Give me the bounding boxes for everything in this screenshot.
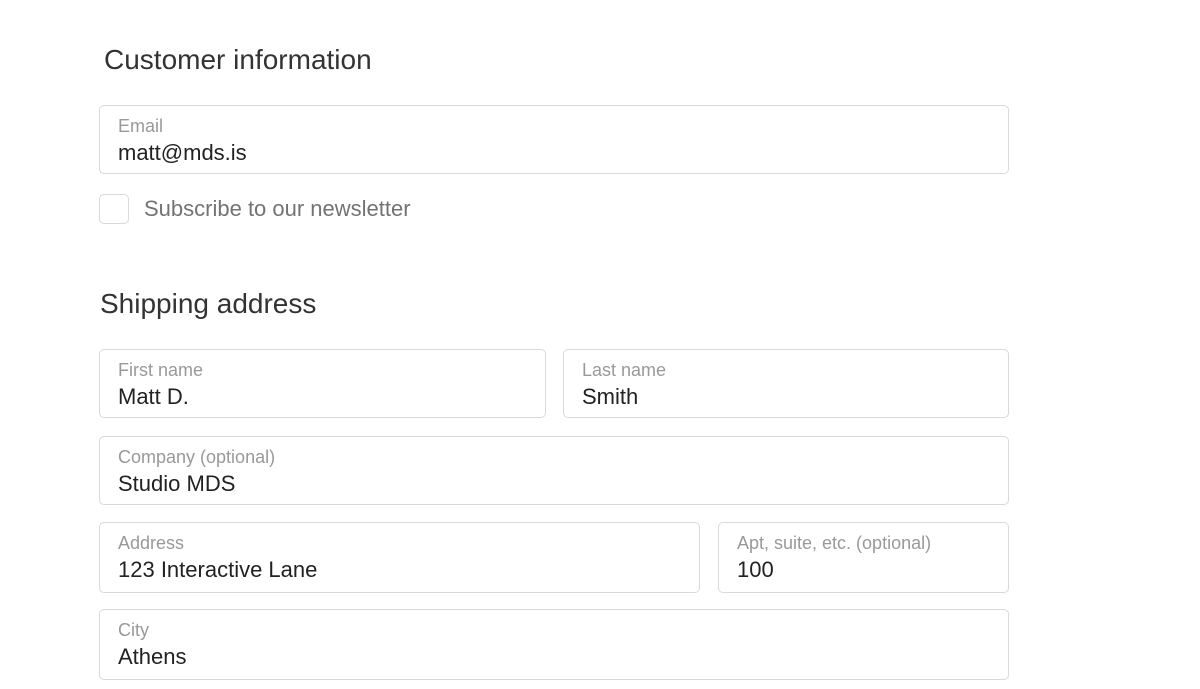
company-field[interactable]: Company (optional) xyxy=(99,436,1009,505)
address-label: Address xyxy=(118,533,185,553)
newsletter-option[interactable]: Subscribe to our newsletter xyxy=(99,194,411,224)
email-label: Email xyxy=(118,116,164,136)
checkout-form: Customer information Email Subscribe to … xyxy=(0,0,1200,689)
company-label: Company (optional) xyxy=(118,447,276,467)
first-name-label: First name xyxy=(118,360,204,380)
email-input[interactable] xyxy=(118,140,996,167)
apt-field[interactable]: Apt, suite, etc. (optional) xyxy=(718,522,1009,593)
customer-info-heading: Customer information xyxy=(104,44,372,75)
address-input[interactable] xyxy=(118,557,687,584)
last-name-field[interactable]: Last name xyxy=(563,349,1009,418)
shipping-address-heading: Shipping address xyxy=(100,288,317,319)
first-name-field[interactable]: First name xyxy=(99,349,546,418)
city-label: City xyxy=(118,620,149,640)
apt-label: Apt, suite, etc. (optional) xyxy=(737,533,932,553)
newsletter-checkbox[interactable] xyxy=(99,194,129,224)
newsletter-label: Subscribe to our newsletter xyxy=(144,196,411,221)
city-input[interactable] xyxy=(118,644,996,671)
city-field[interactable]: City xyxy=(99,609,1009,680)
address-field[interactable]: Address xyxy=(99,522,700,593)
email-field[interactable]: Email xyxy=(99,105,1009,174)
last-name-input[interactable] xyxy=(582,384,996,411)
company-input[interactable] xyxy=(118,471,996,498)
last-name-label: Last name xyxy=(582,360,667,380)
first-name-input[interactable] xyxy=(118,384,533,411)
apt-input[interactable] xyxy=(737,557,996,584)
